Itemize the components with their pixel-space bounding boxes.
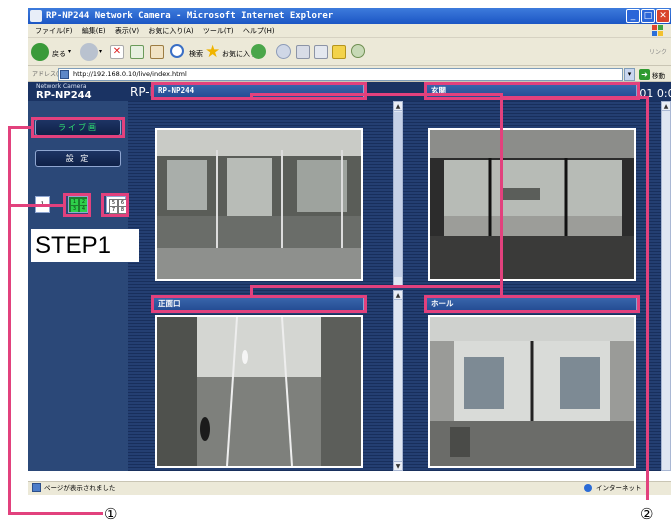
- folder-icon[interactable]: [332, 45, 346, 59]
- minimize-button[interactable]: _: [626, 9, 640, 23]
- page-icon: [60, 70, 69, 79]
- print-icon[interactable]: [296, 45, 310, 59]
- internet-zone-icon: [584, 484, 592, 492]
- window-title-bar: RP-NP244 Network Camera - Microsoft Inte…: [28, 8, 671, 24]
- annotation-line: [250, 285, 253, 297]
- go-arrow-icon[interactable]: ➜: [639, 69, 650, 80]
- stop-icon[interactable]: ✕: [110, 45, 124, 59]
- toolbar: [28, 38, 671, 66]
- scrollbar-left-bottom[interactable]: [393, 290, 403, 471]
- annotation-box-quad-a: [63, 193, 91, 217]
- scroll-down-arrow-icon[interactable]: ▼: [393, 461, 403, 471]
- annotation-line: [8, 126, 33, 129]
- camera-1-scene: [157, 130, 361, 279]
- page-done-icon: [32, 483, 41, 492]
- callout-marker-1: ①: [104, 505, 118, 523]
- ie-app-icon: [30, 10, 42, 22]
- back-label[interactable]: 戻る: [52, 49, 66, 59]
- window-title: RP-NP244 Network Camera - Microsoft Inte…: [46, 11, 334, 21]
- brand-model: RP-NP244: [36, 90, 92, 101]
- scrollbar-right[interactable]: [661, 101, 671, 471]
- menu-help[interactable]: ヘルプ(H): [243, 27, 275, 35]
- scrollbar-thumb[interactable]: [394, 112, 402, 277]
- scrollbar-left-top[interactable]: [393, 101, 403, 287]
- camera-3-scene: [157, 317, 361, 466]
- annotation-line: [250, 93, 503, 96]
- go-label[interactable]: 移動: [652, 70, 665, 80]
- address-dropdown-icon[interactable]: ▾: [624, 68, 635, 81]
- camera-1-image[interactable]: [155, 128, 363, 281]
- annotation-line: [250, 285, 503, 288]
- status-text: ページが表示されました: [44, 484, 116, 492]
- annotation-line: [8, 126, 11, 515]
- brand-subtitle: Network Camera: [36, 83, 87, 90]
- annotation-line: [10, 204, 65, 207]
- annotation-box-live: [31, 117, 125, 138]
- annotation-box-cam3-title: [151, 295, 367, 313]
- step-label: STEP1: [31, 229, 139, 262]
- setup-button[interactable]: 設 定: [35, 150, 121, 167]
- links-label[interactable]: リンク: [649, 47, 667, 56]
- camera-4-scene: [430, 317, 634, 466]
- address-input[interactable]: http://192.168.0.10/live/index.html: [58, 68, 623, 81]
- annotation-line: [503, 96, 649, 99]
- annotation-line: [500, 96, 503, 285]
- forward-arrow-icon[interactable]: [80, 43, 98, 61]
- callout-marker-2: ②: [640, 505, 654, 523]
- history-icon[interactable]: [251, 44, 266, 59]
- scroll-up-arrow-icon[interactable]: ▲: [393, 101, 403, 111]
- camera-2-image[interactable]: [428, 128, 636, 281]
- camera-4-image[interactable]: [428, 315, 636, 468]
- edit-icon[interactable]: [314, 45, 328, 59]
- annotation-line: [500, 285, 503, 297]
- mail-icon[interactable]: [276, 44, 291, 59]
- refresh-icon[interactable]: [130, 45, 144, 59]
- forward-dropdown-icon[interactable]: ▾: [99, 48, 102, 55]
- scroll-up-arrow-icon[interactable]: ▲: [393, 290, 403, 300]
- annotation-line: [646, 96, 649, 500]
- menu-bar: ファイル(F) 編集(E) 表示(V) お気に入り(A) ツール(T) ヘルプ(…: [28, 24, 671, 38]
- search-icon[interactable]: [170, 44, 184, 58]
- zone-text: インターネット: [596, 484, 642, 492]
- annotation-box-quad-b: [101, 193, 129, 217]
- favorites-star-icon[interactable]: ★: [205, 42, 220, 62]
- menu-file[interactable]: ファイル(F): [35, 27, 73, 35]
- maximize-button[interactable]: □: [641, 9, 655, 23]
- search-label[interactable]: 検索: [189, 49, 203, 59]
- messenger-icon[interactable]: [351, 44, 365, 58]
- menu-view[interactable]: 表示(V): [115, 27, 139, 35]
- menu-edit[interactable]: 編集(E): [82, 27, 106, 35]
- annotation-box-cam4-title: [424, 295, 640, 313]
- back-dropdown-icon[interactable]: ▾: [68, 48, 71, 55]
- camera-3-image[interactable]: [155, 315, 363, 468]
- close-button[interactable]: ✕: [656, 9, 670, 23]
- windows-logo-icon: [652, 25, 663, 36]
- status-bar: ページが表示されました インターネット: [28, 481, 671, 495]
- menu-tools[interactable]: ツール(T): [203, 27, 234, 35]
- home-icon[interactable]: [150, 45, 164, 59]
- camera-2-scene: [430, 130, 634, 279]
- annotation-box-cam1-title: [151, 82, 367, 100]
- annotation-line: [8, 512, 103, 515]
- menu-favorites[interactable]: お気に入り(A): [148, 27, 193, 35]
- scroll-up-arrow-icon[interactable]: ▲: [661, 101, 671, 111]
- back-arrow-icon[interactable]: [31, 43, 49, 61]
